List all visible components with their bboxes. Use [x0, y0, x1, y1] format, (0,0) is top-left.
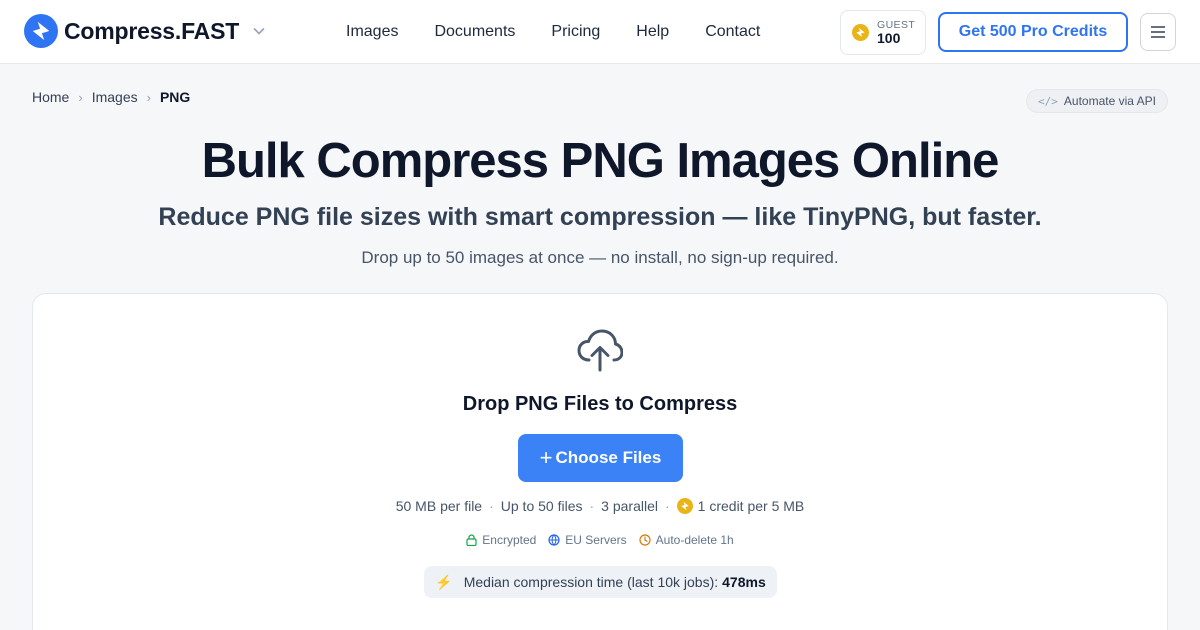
limit-file-count: Up to 50 files [500, 498, 583, 514]
nav-item-documents[interactable]: Documents [434, 23, 515, 41]
coin-icon [852, 24, 869, 41]
breadcrumb-home[interactable]: Home [32, 89, 69, 105]
credits-value: 100 [877, 29, 901, 46]
dot-separator: · [589, 498, 595, 514]
get-pro-credits-button[interactable]: Get 500 Pro Credits [938, 12, 1128, 52]
hamburger-menu-button[interactable] [1140, 13, 1176, 51]
limit-credit-cost: 1 credit per 5 MB [697, 498, 805, 514]
automate-api-link[interactable]: </> Automate via API [1026, 89, 1168, 113]
breadcrumb-current: PNG [159, 89, 191, 105]
nav-item-images[interactable]: Images [346, 23, 398, 41]
median-label: Median compression time (last 10k jobs): [463, 574, 719, 590]
nav-item-pricing[interactable]: Pricing [551, 23, 600, 41]
dot-separator: · [664, 498, 670, 514]
security-badges: Encrypted EU Servers Auto-delete 1h [0, 533, 1200, 547]
globe-icon [548, 534, 560, 546]
limit-file-size: 50 MB per file [395, 498, 483, 514]
plus-icon: + [539, 445, 553, 470]
nav-item-contact[interactable]: Contact [705, 23, 760, 41]
security-eu-servers: EU Servers [548, 533, 627, 547]
code-icon: </> [1038, 94, 1058, 108]
security-auto-delete: Auto-delete 1h [639, 533, 734, 547]
credits-label: GUEST [877, 18, 916, 31]
menu-icon [1151, 26, 1165, 38]
chevron-down-icon[interactable] [253, 27, 265, 35]
brand-logo[interactable]: Compress.FAST [24, 14, 265, 48]
credits-balance[interactable]: GUEST 100 [840, 10, 926, 55]
median-time-badge: ⚡ Median compression time (last 10k jobs… [424, 566, 777, 598]
api-link-label: Automate via API [1063, 94, 1156, 108]
choose-files-button[interactable]: + Choose Files [518, 434, 683, 482]
nav-item-help[interactable]: Help [636, 23, 669, 41]
median-value: 478ms [722, 574, 766, 590]
upload-limits: 50 MB per file · Up to 50 files · 3 para… [0, 498, 1200, 514]
cloud-upload-icon [577, 329, 623, 372]
clock-icon [639, 534, 651, 546]
breadcrumb-separator: › [78, 89, 83, 105]
limit-parallel: 3 parallel [601, 498, 658, 514]
security-encrypted: Encrypted [466, 533, 536, 547]
breadcrumb-separator: › [146, 89, 151, 105]
dropzone-title: Drop PNG Files to Compress [462, 393, 738, 415]
lightning-icon: ⚡ [435, 573, 453, 590]
main-nav: Images Documents Pricing Help Contact [346, 0, 796, 64]
breadcrumb-images[interactable]: Images [92, 89, 138, 105]
logo-bolt-icon [24, 14, 58, 48]
coin-icon [676, 498, 693, 514]
dot-separator: · [489, 498, 494, 514]
brand-name: Compress.FAST [64, 17, 240, 44]
choose-files-label: Choose Files [555, 448, 662, 467]
page-note: Drop up to 50 images at once — no instal… [361, 248, 839, 267]
top-header: Compress.FAST Images Documents Pricing H… [0, 0, 1200, 64]
lock-icon [466, 534, 477, 546]
breadcrumb: Home › Images › PNG [32, 89, 190, 105]
page-subtitle: Reduce PNG file sizes with smart compres… [158, 203, 1042, 231]
page-title: Bulk Compress PNG Images Online [201, 134, 1000, 188]
